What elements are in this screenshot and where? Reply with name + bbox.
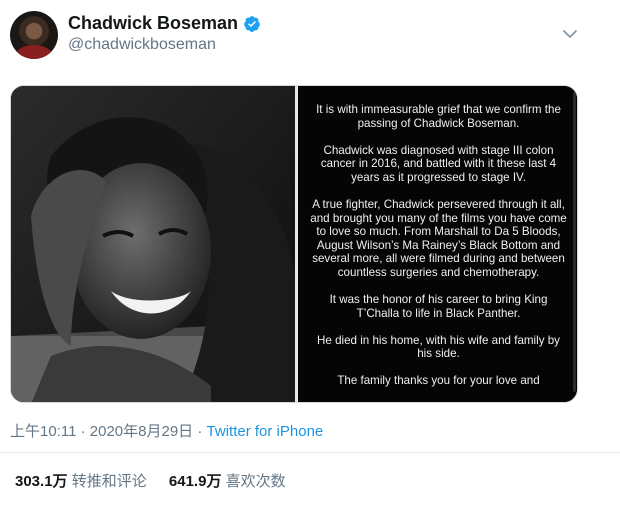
tweet-time[interactable]: 上午10:11 [10, 423, 76, 440]
meta-separator: · [193, 423, 207, 440]
tweet-date[interactable]: 2020年8月29日 [90, 423, 193, 440]
retweets-count: 303.1万 [15, 473, 68, 490]
meta-separator: · [76, 423, 90, 440]
statement-paragraph: It was the honor of his career to bring … [329, 293, 548, 320]
statement-paragraph: Chadwick was diagnosed with stage III co… [320, 143, 557, 184]
user-handle[interactable]: @chadwickboseman [68, 36, 216, 54]
portrait-illustration [11, 86, 295, 402]
display-name[interactable]: Chadwick Boseman [68, 13, 238, 34]
statement-paragraph: He died in his home, with his wife and f… [317, 333, 560, 361]
statement-image[interactable]: It is with immeasurable grief that we co… [298, 86, 577, 402]
tweet-stats: 303.1万 转推和评论 641.9万 喜欢次数 [15, 470, 304, 491]
verified-badge-icon [244, 15, 260, 32]
name-row: Chadwick Boseman [68, 13, 261, 34]
portrait-photo[interactable] [11, 86, 295, 402]
tweet-source-link[interactable]: Twitter for iPhone [207, 423, 324, 440]
tweet-meta: 上午10:11 · 2020年8月29日 · Twitter for iPhon… [10, 420, 323, 441]
chevron-down-icon[interactable] [560, 24, 580, 44]
tweet-media[interactable]: It is with immeasurable grief that we co… [10, 85, 578, 403]
likes-count: 641.9万 [168, 473, 222, 490]
retweets-stat[interactable]: 303.1万 转推和评论 [15, 470, 147, 491]
likes-stat[interactable]: 641.9万 喜欢次数 [169, 470, 286, 491]
statement-scrollbar [573, 92, 576, 392]
retweets-label: 转推和评论 [71, 473, 147, 490]
statement-paragraph: The family thanks you for your love and [337, 374, 540, 388]
divider-line [0, 452, 620, 453]
statement-paragraph: It is with immeasurable grief that we co… [316, 103, 561, 130]
avatar-shirt [16, 45, 52, 59]
avatar[interactable] [10, 11, 58, 59]
statement-paragraph: A true fighter, Chadwick persevered thro… [310, 197, 567, 279]
likes-label: 喜欢次数 [225, 473, 286, 490]
tweet-header: Chadwick Boseman @chadwickboseman [0, 0, 620, 70]
